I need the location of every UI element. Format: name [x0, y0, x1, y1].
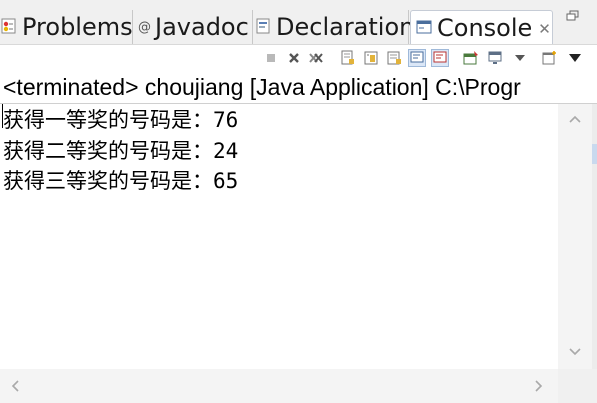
pin-console-icon[interactable] [462, 49, 480, 67]
tab-label: Problems [22, 13, 133, 41]
scroll-right-icon[interactable] [534, 379, 544, 397]
console-line: 获得三等奖的号码是：65 [3, 169, 239, 193]
console-icon [415, 14, 433, 42]
new-console-icon[interactable] [540, 49, 558, 67]
tab-problems[interactable]: Problems [0, 10, 133, 44]
word-wrap-icon[interactable] [385, 49, 403, 67]
console-output[interactable]: 获得一等奖的号码是：76 获得二等奖的号码是：24 获得三等奖的号码是：65 [0, 104, 558, 369]
scroll-left-icon[interactable] [10, 379, 20, 397]
console-line: 获得一等奖的号码是：76 [3, 108, 239, 132]
remove-launch-icon[interactable] [285, 49, 303, 67]
view-tab-bar: Problems @ Javadoc Declaration Console ✕ [0, 0, 597, 45]
problems-icon [0, 13, 18, 41]
display-console-icon[interactable] [486, 49, 504, 67]
tab-declaration[interactable]: Declaration [254, 10, 414, 44]
vertical-scrollbar[interactable] [558, 104, 592, 369]
terminate-icon[interactable] [262, 49, 280, 67]
javadoc-icon: @ [138, 19, 151, 35]
scroll-lock-icon[interactable] [362, 49, 380, 67]
tab-label: Javadoc [155, 13, 249, 41]
view-menu-icon[interactable] [566, 49, 584, 67]
scrollbar-corner [558, 369, 597, 403]
console-line: 获得二等奖的号码是：24 [3, 139, 239, 163]
scroll-up-icon[interactable] [568, 112, 582, 128]
horizontal-scrollbar[interactable] [0, 369, 558, 403]
tab-label: Console [437, 13, 533, 42]
scroll-down-icon[interactable] [568, 345, 582, 361]
side-edge [592, 104, 597, 369]
close-icon[interactable]: ✕ [538, 20, 551, 38]
display-console-dropdown-icon[interactable] [511, 49, 529, 67]
show-on-stderr-icon[interactable] [431, 49, 449, 67]
declaration-icon [254, 13, 272, 41]
remove-all-terminated-icon[interactable] [307, 49, 325, 67]
show-on-stdout-icon[interactable] [408, 49, 426, 67]
console-toolbar [0, 45, 597, 71]
clear-console-icon[interactable] [339, 49, 357, 67]
text-caret [2, 104, 3, 128]
maximize-icon[interactable] [566, 10, 580, 25]
tab-javadoc[interactable]: @ Javadoc [134, 10, 253, 44]
launch-description: <terminated> choujiang [Java Application… [3, 74, 521, 100]
tab-console[interactable]: Console ✕ [410, 10, 553, 44]
tab-label: Declaration [276, 13, 415, 41]
